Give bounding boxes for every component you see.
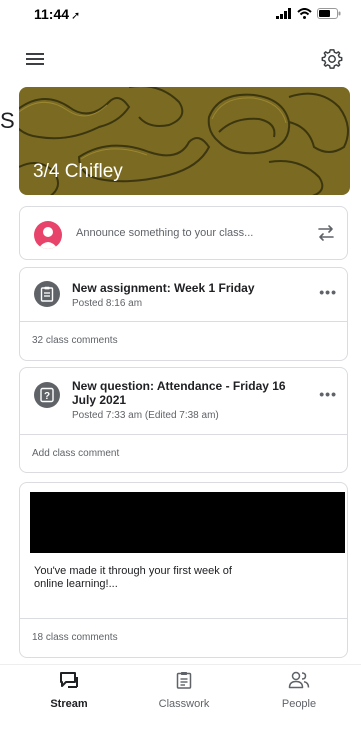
more-options-button[interactable]: ••• (319, 284, 337, 300)
edge-fragment-text: S (0, 108, 15, 133)
add-class-comment-input[interactable]: Add class comment (32, 448, 119, 459)
divider (20, 434, 347, 435)
battery-icon (317, 8, 341, 19)
person-icon (38, 227, 58, 249)
classwork-icon (176, 672, 192, 689)
status-time: 11:44 ➚ (34, 6, 81, 22)
post-title-line1: New question: Attendance - Friday 16 (72, 379, 286, 393)
post-body: You've made it through your first week o… (34, 565, 284, 591)
signal-icon (276, 8, 291, 19)
stream-post-assignment[interactable]: New assignment: Week 1 Friday Posted 8:1… (19, 267, 348, 361)
stream-post-announcement[interactable]: You've made it through your first week o… (19, 482, 348, 658)
nav-stream-label: Stream (50, 698, 88, 710)
status-bar: 11:44 ➚ (0, 0, 361, 28)
post-body-line2: online learning!... (34, 578, 118, 590)
gear-icon[interactable] (321, 48, 343, 70)
hamburger-menu-icon[interactable] (26, 52, 44, 66)
nav-people-label: People (281, 698, 317, 710)
location-arrow-icon: ➚ (71, 10, 81, 22)
post-timestamp: Posted 7:33 am (Edited 7:38 am) (72, 410, 219, 421)
divider (20, 618, 347, 619)
question-icon: ? (34, 382, 60, 408)
divider (20, 321, 347, 322)
more-options-button[interactable]: ••• (319, 386, 337, 402)
nav-classwork-label: Classwork (158, 698, 210, 710)
repost-icon[interactable] (317, 223, 335, 243)
stream-post-question[interactable]: ? New question: Attendance - Friday 16 J… (19, 367, 348, 473)
post-title: New assignment: Week 1 Friday (72, 281, 255, 295)
class-name: 3/4 Chifley (33, 161, 123, 182)
stream-icon (60, 672, 78, 688)
attached-image[interactable] (30, 492, 345, 553)
top-app-bar (0, 40, 361, 80)
wifi-icon (297, 8, 312, 19)
post-timestamp: Posted 8:16 am (72, 298, 143, 309)
svg-text:?: ? (44, 391, 50, 402)
class-comments-link[interactable]: 32 class comments (32, 335, 118, 346)
announce-card[interactable]: Announce something to your class... (19, 206, 348, 260)
post-body-line1: You've made it through your first week o… (34, 565, 232, 577)
nav-classwork[interactable]: Classwork (139, 671, 229, 710)
nav-people[interactable]: People (254, 671, 344, 710)
assignment-icon (34, 281, 60, 307)
class-comments-link[interactable]: 18 class comments (32, 632, 118, 643)
people-icon (288, 671, 310, 689)
status-icons (276, 8, 341, 19)
class-banner[interactable]: 3/4 Chifley (19, 87, 350, 195)
post-title-line2: July 2021 (72, 393, 127, 407)
nav-stream[interactable]: Stream (24, 671, 114, 710)
announce-input[interactable]: Announce something to your class... (76, 227, 253, 239)
avatar (34, 221, 62, 249)
bottom-navigation: Stream Classwork People (0, 664, 361, 730)
